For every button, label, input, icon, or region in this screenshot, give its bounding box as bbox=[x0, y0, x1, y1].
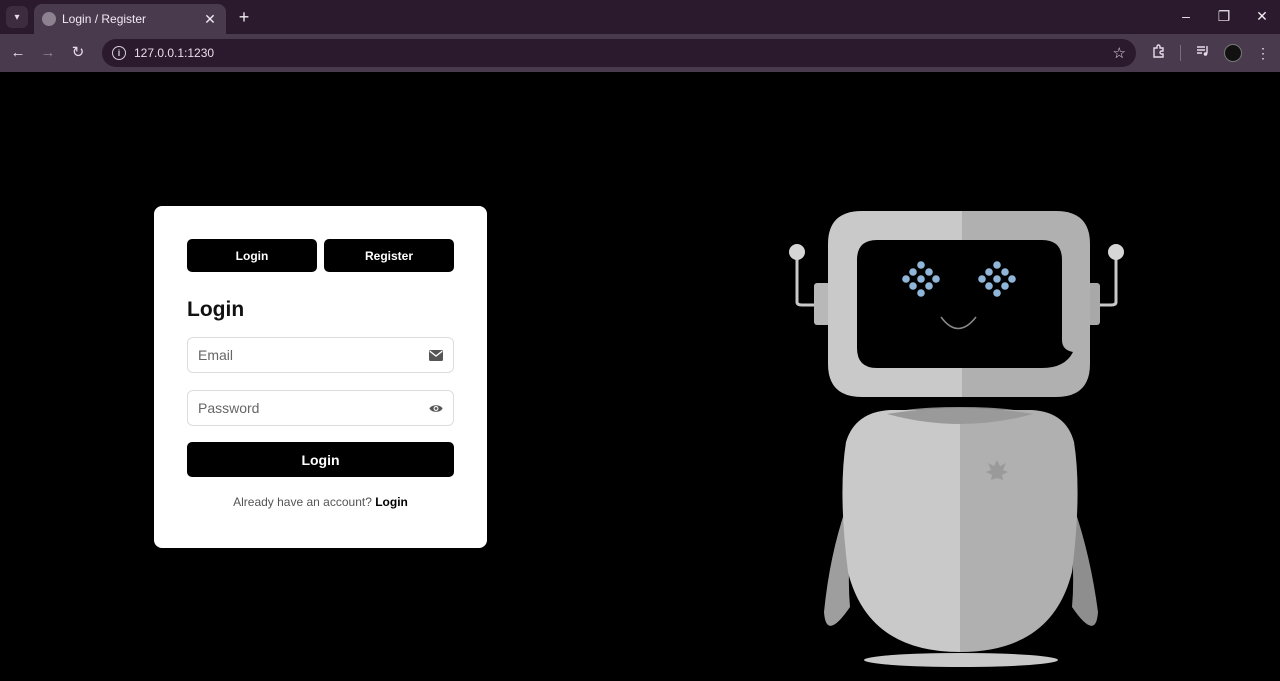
chevron-down-icon[interactable]: ▾ bbox=[6, 6, 28, 28]
login-submit-button[interactable]: Login bbox=[187, 442, 454, 477]
forward-arrow-icon[interactable]: → bbox=[38, 43, 58, 63]
robot-left-ear bbox=[814, 283, 830, 325]
robot-right-antenna-ball bbox=[1108, 244, 1124, 260]
browser-tab[interactable]: Login / Register ✕ bbox=[34, 4, 226, 34]
form-title: Login bbox=[187, 298, 245, 321]
info-icon[interactable]: i bbox=[112, 46, 126, 60]
switch-auth-line: Already have an account? Login bbox=[187, 495, 454, 509]
auth-card: Login Register Login Login Already have … bbox=[154, 206, 487, 548]
url-text[interactable]: 127.0.0.1:1230 bbox=[134, 46, 1113, 60]
robot-illustration bbox=[789, 211, 1124, 667]
tab-title: Login / Register bbox=[62, 12, 147, 26]
toolbar-divider bbox=[1180, 45, 1181, 61]
kebab-menu-icon[interactable]: ⋮ bbox=[1253, 43, 1273, 63]
auth-toggle: Login Register bbox=[187, 239, 454, 272]
password-input[interactable] bbox=[198, 400, 429, 416]
robot-right-antenna bbox=[1098, 252, 1118, 307]
globe-icon bbox=[42, 12, 56, 26]
email-field[interactable] bbox=[187, 337, 454, 373]
new-tab-button[interactable]: + bbox=[234, 7, 254, 27]
browser-toolbar: ← → ↻ i 127.0.0.1:1230 ☆ ⋮ bbox=[0, 34, 1280, 72]
envelope-icon bbox=[429, 348, 443, 362]
robot-body-right bbox=[960, 410, 1078, 652]
robot-base bbox=[864, 653, 1058, 667]
back-arrow-icon[interactable]: ← bbox=[8, 43, 28, 63]
avatar[interactable] bbox=[1224, 44, 1242, 62]
puzzle-icon[interactable] bbox=[1149, 43, 1169, 63]
switch-auth-link[interactable]: Login bbox=[375, 495, 408, 509]
switch-prompt: Already have an account? bbox=[233, 495, 372, 509]
browser-tab-bar: ▾ Login / Register ✕ + – ❐ ✕ bbox=[0, 0, 1280, 34]
register-tab-button[interactable]: Register bbox=[324, 239, 454, 272]
star-icon[interactable]: ☆ bbox=[1113, 44, 1126, 62]
password-field[interactable] bbox=[187, 390, 454, 426]
restore-icon[interactable]: ❐ bbox=[1214, 8, 1234, 25]
robot-body-left bbox=[842, 410, 960, 652]
window-close-icon[interactable]: ✕ bbox=[1252, 8, 1272, 25]
email-input[interactable] bbox=[198, 347, 429, 363]
page-content: Login Register Login Login Already have … bbox=[0, 72, 1280, 681]
close-icon[interactable]: ✕ bbox=[202, 11, 218, 28]
eye-icon[interactable] bbox=[429, 401, 443, 415]
address-bar[interactable]: i 127.0.0.1:1230 ☆ bbox=[102, 39, 1136, 67]
minimize-icon[interactable]: – bbox=[1176, 8, 1196, 24]
reload-icon[interactable]: ↻ bbox=[68, 43, 88, 63]
robot-left-antenna-ball bbox=[789, 244, 805, 260]
robot-face-screen bbox=[857, 240, 1073, 368]
media-control-icon[interactable] bbox=[1193, 43, 1213, 63]
login-tab-button[interactable]: Login bbox=[187, 239, 317, 272]
